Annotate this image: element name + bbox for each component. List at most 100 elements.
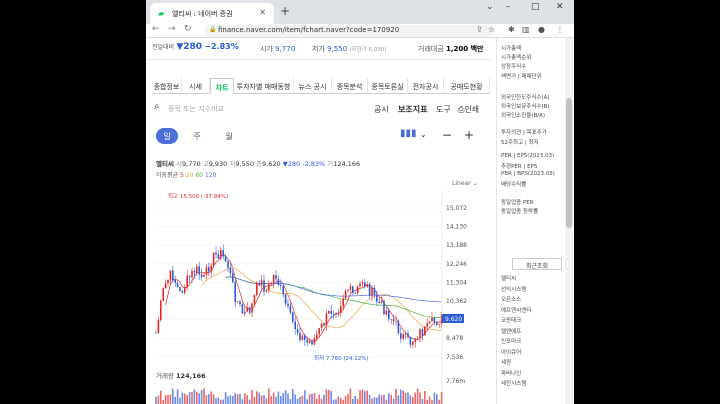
candle-body [332,313,335,315]
volume-bar [313,392,316,404]
back-icon[interactable]: ← [152,24,160,34]
tab-news[interactable]: 뉴스 공시 [294,78,332,94]
volume-bar [184,393,186,404]
recent-stock-link[interactable]: 에프엔씨엔터 [501,306,531,314]
new-tab-icon[interactable]: + [280,4,290,18]
tab-overview[interactable]: 종합정보 [152,78,182,94]
indicator-button[interactable]: 보조지표 [398,104,427,115]
recent-stock-link[interactable]: 파버나인 [501,369,521,377]
volume-bar [424,391,426,404]
candle-body [234,282,236,303]
forward-icon[interactable]: → [168,24,176,34]
url-input[interactable]: 🔒 finance.naver.com/item/fchart.naver?co… [204,25,494,37]
recent-stock-link[interactable]: 엘티씨 [501,274,516,282]
candle-body [378,301,380,303]
candle-body [416,337,419,339]
recent-stock-link[interactable]: 세진시스템 [501,379,526,387]
volume-bar [265,398,268,404]
info-item: 동일업종 등락률 [501,208,539,215]
tab-quotes[interactable]: 시세 [182,78,210,94]
scale-select[interactable]: Linear ⌄ [452,180,478,187]
compare-search-input[interactable]: 종목 또는 지수비교 [168,104,224,114]
volume-bar [416,388,419,404]
tab-chart[interactable]: 차트 [210,78,234,94]
bookmark-star-icon[interactable]: ☆ [488,25,495,34]
tab-analysis[interactable]: 종목분석 [332,78,368,94]
scrollbar[interactable] [565,38,573,404]
candle-body [280,285,282,287]
recent-stock-link[interactable]: 인포마크 [501,337,521,345]
volume-bar [431,399,433,404]
tab-disclosure[interactable]: 전자공시 [408,78,444,94]
volume-bar [196,391,198,404]
close-tab-icon[interactable]: ✕ [259,8,266,17]
recent-stock-link[interactable]: 오픈소스 [501,295,521,303]
browser-tab[interactable]: ▰ 엘티씨 : 네이버 증권 ✕ [150,3,274,24]
search-icon[interactable]: ⌕ [154,101,160,112]
tools-button[interactable]: 도구 [436,104,451,115]
candle-body [407,333,409,338]
period-row: 일 주 월 ▮▮▮ ⌄ − + [152,128,490,146]
recent-stock-link[interactable]: 아이큐어 [501,348,521,356]
close-window-icon[interactable]: ✕ [556,2,564,12]
volume-bar [248,399,251,404]
sidepanel-icon[interactable]: ▥ [522,25,530,34]
volume-bar [330,390,332,404]
candle-body [208,267,210,272]
info-item: 액면가 | 매매단위 [501,73,542,80]
chevron-down-icon[interactable]: ⌄ [486,2,494,12]
candle-body [395,321,397,322]
candle-body [380,301,383,303]
candle-body [292,312,294,322]
period-month-button[interactable]: 월 [218,128,240,144]
zoom-out-icon[interactable]: − [442,128,452,142]
period-day-button[interactable]: 일 [156,128,178,144]
recent-stock-link[interactable]: 선익시스템 [501,285,526,293]
menu-icon[interactable]: ⋮ [556,25,564,34]
candle-body [361,282,364,284]
volume-bar [294,394,296,404]
candle-body [256,283,258,295]
volume-bar [383,394,385,404]
candle-body [299,332,301,341]
volume-bar [395,388,397,404]
recent-stock-link[interactable]: 엘앤에프 [501,327,521,335]
scrollbar-thumb[interactable] [566,98,572,228]
recent-stock-link[interactable]: 코윈테크 [501,316,521,324]
candle-body [409,337,412,345]
disclosure-button[interactable]: 공시 [374,104,389,115]
share-icon[interactable]: ⇪ [476,25,483,34]
volume-bar [260,395,263,404]
volume-bar [239,393,241,404]
volume-bar [289,398,292,404]
maximize-icon[interactable]: □ [531,2,540,12]
volume-bar [263,395,265,404]
candle-body [198,266,200,275]
candle-body [162,288,164,301]
candle-body [248,307,251,313]
profile-avatar-icon[interactable]: ● [538,25,545,34]
candle-type-icon[interactable]: ▮▮▮ [400,128,417,139]
candle-body [428,321,431,324]
recent-stock-link[interactable]: 세원 [501,358,511,366]
zoom-in-icon[interactable]: + [464,128,474,142]
volume-bar [172,388,174,404]
tab-short-selling[interactable]: 공매도현황 [444,78,490,94]
tab-investor[interactable]: 투자자별 매매동향 [234,78,294,94]
y-tick-label: 11,304 [446,279,467,286]
reload-icon[interactable]: ↻ [184,24,192,34]
period-week-button[interactable]: 주 [186,128,208,144]
volume-bar [397,395,400,404]
minimize-icon[interactable]: – [506,2,511,12]
chevron-down-icon[interactable]: ⌄ [420,130,427,139]
candle-body [224,256,227,262]
volume-bar [215,398,217,404]
volume-bar [277,391,280,404]
candle-body [373,287,376,296]
print-button[interactable]: ⎙인쇄 [458,104,479,115]
candle-body [352,286,354,293]
candle-body [349,286,352,290]
extensions-icon[interactable]: ✱ [508,25,515,34]
recent-view-tab[interactable]: 최근조회 [512,258,562,270]
tab-discussion[interactable]: 종목토론실 [368,78,408,94]
